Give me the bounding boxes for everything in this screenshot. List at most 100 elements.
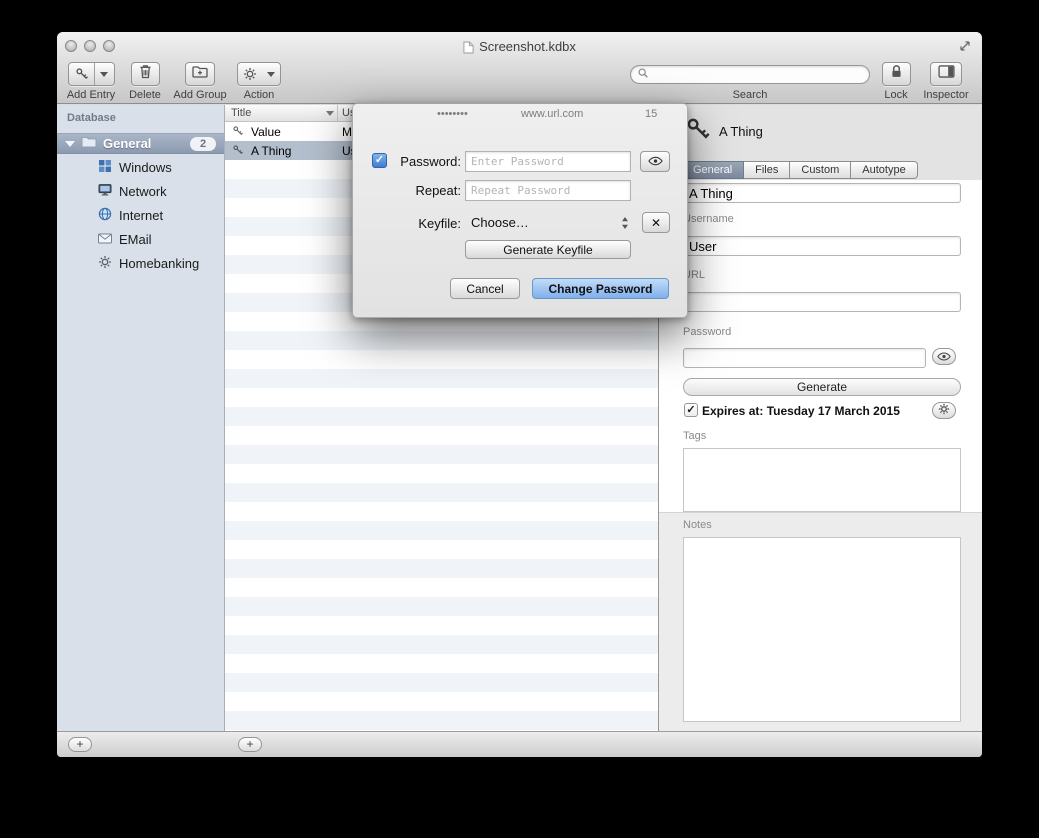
envelope-icon: [98, 232, 112, 247]
row-title: Value: [251, 125, 281, 139]
inspector-entry-title: A Thing: [719, 124, 763, 139]
generate-keyfile-button[interactable]: Generate Keyfile: [465, 240, 631, 259]
sidebar-item-internet[interactable]: Internet: [57, 203, 224, 227]
title-field[interactable]: [683, 183, 961, 203]
column-header-title[interactable]: Title: [231, 107, 251, 119]
search-input[interactable]: [653, 67, 863, 83]
gear-icon: [938, 402, 950, 420]
keyfile-clear-button[interactable]: ✕: [642, 212, 670, 233]
key-icon: [232, 125, 244, 140]
tags-textarea[interactable]: [683, 448, 961, 512]
lock-button[interactable]: [882, 62, 911, 86]
chevron-down-icon: [267, 72, 275, 77]
sidebar-item-label: Network: [119, 184, 167, 199]
password-label: Password: [683, 326, 731, 338]
notes-textarea[interactable]: [683, 537, 961, 722]
search-field[interactable]: [630, 65, 870, 84]
tab-custom[interactable]: Custom: [790, 161, 851, 179]
app-window: Screenshot.kdbx Add Entry Delete Ad: [57, 32, 982, 757]
generate-password-button[interactable]: Generate: [683, 378, 961, 396]
network-icon: [98, 183, 112, 200]
add-entry-button[interactable]: [68, 62, 115, 86]
sidebar-item-label: Windows: [119, 160, 172, 175]
dialog-password-input[interactable]: [465, 151, 631, 172]
notes-label: Notes: [683, 519, 712, 531]
add-group-plus-button[interactable]: +: [68, 737, 92, 752]
action-label: Action: [244, 89, 275, 101]
fullscreen-icon[interactable]: [958, 39, 974, 55]
sidebar-item-windows[interactable]: Windows: [57, 155, 224, 179]
inspector-toggle-button[interactable]: [930, 62, 962, 86]
add-group-button[interactable]: [185, 62, 215, 86]
search-icon: [637, 66, 649, 84]
sidebar-group-general[interactable]: General 2: [57, 133, 224, 154]
tab-general[interactable]: General: [681, 161, 744, 179]
action-dropdown[interactable]: [262, 63, 280, 85]
window-chrome: Screenshot.kdbx Add Entry Delete Ad: [57, 32, 982, 104]
gear-icon: [238, 63, 262, 85]
inspector-general-card: Username URL Password Generate ✓ Expires…: [659, 180, 982, 731]
tags-label: Tags: [683, 430, 706, 442]
add-entry-dropdown[interactable]: [95, 63, 113, 85]
sidebar: Database General 2 Windows Network: [57, 105, 225, 731]
inspector-tabs: General Files Custom Autotype: [681, 161, 918, 179]
sidebar-item-label: Homebanking: [119, 256, 199, 271]
expires-settings-button[interactable]: [932, 402, 956, 419]
tab-autotype[interactable]: Autotype: [851, 161, 917, 179]
homebanking-gear-icon: [98, 255, 112, 272]
search-label: Search: [733, 89, 768, 101]
windows-icon: [98, 159, 112, 176]
add-entry-label: Add Entry: [67, 89, 115, 101]
action-button[interactable]: [237, 62, 281, 86]
sidebar-item-label: Internet: [119, 208, 163, 223]
change-password-dialog: ✓ Password: Repeat: Keyfile: Choose… ✕ G…: [352, 103, 688, 318]
dialog-keyfile-label: Keyfile:: [389, 216, 461, 231]
entry-key-icon: [685, 116, 711, 147]
sidebar-item-label: EMail: [119, 232, 152, 247]
show-password-button[interactable]: [932, 348, 956, 365]
password-field[interactable]: [683, 348, 926, 368]
expires-checkbox[interactable]: ✓: [684, 403, 698, 417]
globe-icon: [98, 207, 112, 224]
username-field[interactable]: [683, 236, 961, 256]
chevron-down-icon: [100, 72, 108, 77]
password-enabled-checkbox[interactable]: ✓: [372, 153, 387, 168]
eye-icon: [937, 348, 951, 366]
add-group-label: Add Group: [173, 89, 226, 101]
sidebar-group-label: General: [103, 136, 151, 151]
lock-icon: [890, 64, 903, 84]
sort-indicator-icon: [326, 111, 334, 116]
eye-icon: [648, 155, 663, 169]
key-plus-icon: [70, 63, 94, 85]
dialog-show-password-button[interactable]: [640, 151, 670, 172]
inspector-panel-icon: [938, 65, 955, 83]
folder-icon: [81, 136, 97, 151]
inspector-label: Inspector: [923, 89, 968, 101]
key-icon: [232, 144, 244, 159]
keyfile-popup[interactable]: Choose…: [465, 212, 633, 233]
dialog-repeat-label: Repeat:: [389, 183, 461, 198]
sidebar-header: Database: [67, 112, 116, 124]
dialog-password-label: Password:: [389, 154, 461, 169]
entry-count-badge: 2: [190, 137, 216, 151]
inspector-panel: A Thing General Files Custom Autotype Us…: [658, 105, 982, 731]
trash-icon: [139, 64, 152, 84]
add-entry-plus-button[interactable]: +: [238, 737, 262, 752]
folder-plus-icon: [192, 65, 208, 83]
keyfile-popup-value: Choose…: [471, 215, 529, 230]
desktop: { "window": { "title": "Screenshot.kdbx"…: [0, 0, 1039, 838]
sidebar-item-email[interactable]: EMail: [57, 227, 224, 251]
document-icon: [463, 41, 474, 54]
row-title: A Thing: [251, 144, 291, 158]
delete-button[interactable]: [131, 62, 160, 86]
sidebar-item-homebanking[interactable]: Homebanking: [57, 251, 224, 275]
dialog-repeat-input[interactable]: [465, 180, 631, 201]
expires-text: Expires at: Tuesday 17 March 2015: [702, 404, 900, 418]
tab-files[interactable]: Files: [744, 161, 790, 179]
sidebar-item-network[interactable]: Network: [57, 179, 224, 203]
delete-label: Delete: [129, 89, 161, 101]
change-password-button[interactable]: Change Password: [532, 278, 669, 299]
url-field[interactable]: [683, 292, 961, 312]
cancel-button[interactable]: Cancel: [450, 278, 520, 299]
disclosure-triangle-icon[interactable]: [65, 141, 75, 147]
